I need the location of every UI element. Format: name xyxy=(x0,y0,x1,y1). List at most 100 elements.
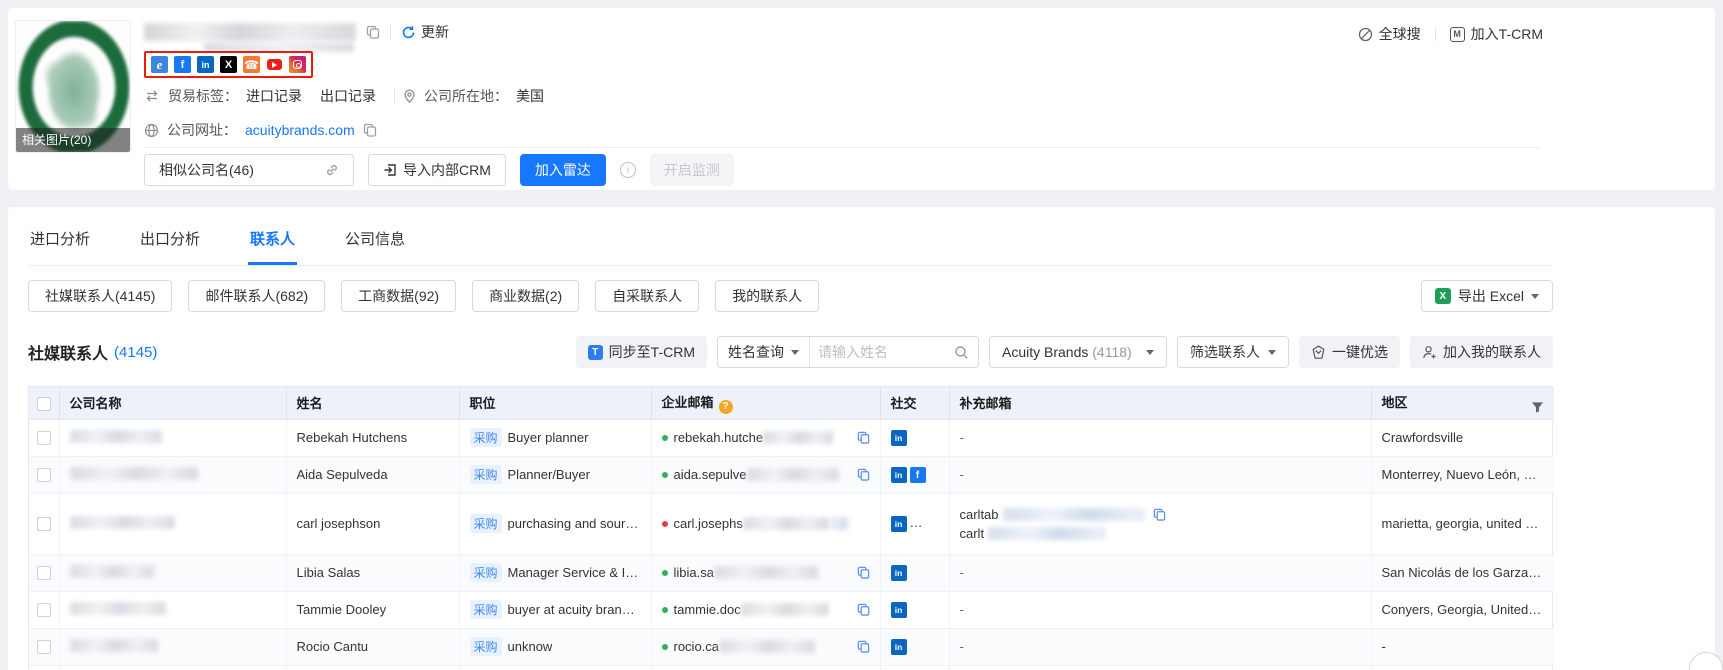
import-internal-crm-button[interactable]: 导入内部CRM xyxy=(368,154,506,186)
add-radar-button[interactable]: 加入雷达 xyxy=(520,154,606,186)
filter-commercial-data[interactable]: 商业数据(2) xyxy=(472,280,579,312)
linkedin-icon[interactable]: in xyxy=(891,467,907,483)
table-row[interactable]: carl josephson 采购purchasing and sourcing… xyxy=(29,493,1554,554)
copy-email-icon[interactable] xyxy=(857,431,870,444)
copy-email-icon[interactable] xyxy=(857,468,870,481)
linkedin-icon[interactable]: in xyxy=(197,56,214,73)
tab-company-info[interactable]: 公司信息 xyxy=(343,219,407,265)
social-cell: in xyxy=(880,628,949,665)
help-icon[interactable]: ? xyxy=(719,400,733,414)
trade-tags-icon xyxy=(144,89,160,103)
filter-social-contacts[interactable]: 社媒联系人(4145) xyxy=(28,280,172,312)
one-click-select-button[interactable]: 一键优选 xyxy=(1299,336,1400,368)
join-tcrm-button[interactable]: M 加入T-CRM xyxy=(1450,24,1543,44)
tab-export-analysis[interactable]: 出口分析 xyxy=(138,219,202,265)
table-row[interactable]: Rocio Cantu 采购unknow rocio.ca in - - xyxy=(29,628,1554,665)
section-count[interactable]: (4145) xyxy=(114,344,157,361)
company-cell-redacted xyxy=(59,628,286,665)
email-cell: rebekah.hutche xyxy=(651,419,880,456)
facebook-icon[interactable]: f xyxy=(929,516,945,532)
table-row[interactable]: Rebekah Hutchens 采购Buyer planner rebekah… xyxy=(29,419,1554,456)
filter-contacts-dropdown[interactable]: 筛选联系人 xyxy=(1177,336,1289,368)
region-cell: San Nicolás de los Garza, Nu... xyxy=(1371,554,1554,591)
company-cell-redacted xyxy=(59,419,286,456)
website-meta-row: 公司网址： acuitybrands.com xyxy=(144,120,377,140)
toolbar-actions: T 同步至T-CRM 姓名查询 Acuity Brands (4118) xyxy=(576,336,1553,368)
copy-email-icon[interactable] xyxy=(857,566,870,579)
row-checkbox[interactable] xyxy=(37,468,51,482)
company-filter-select[interactable]: Acuity Brands (4118) xyxy=(989,336,1167,368)
row-checkbox[interactable] xyxy=(37,603,51,617)
contact-title: 采购purchasing and sourcing ... xyxy=(459,493,651,554)
linkedin-icon[interactable]: in xyxy=(891,430,907,446)
chevron-down-icon xyxy=(1146,350,1154,355)
copy-website-icon[interactable] xyxy=(363,123,377,137)
row-checkbox[interactable] xyxy=(37,566,51,580)
row-checkbox[interactable] xyxy=(37,640,51,654)
name-search-input[interactable] xyxy=(810,344,952,360)
join-tcrm-label: 加入T-CRM xyxy=(1471,24,1543,44)
global-search-icon xyxy=(1358,27,1373,42)
row-checkbox[interactable] xyxy=(37,431,51,445)
internet-explorer-icon[interactable]: e xyxy=(151,56,168,73)
row-checkbox[interactable] xyxy=(37,517,51,531)
copy-email-icon[interactable] xyxy=(857,603,870,616)
start-monitor-label: 开启监测 xyxy=(664,160,720,180)
linkedin-icon[interactable]: in xyxy=(891,639,907,655)
trade-tag-import[interactable]: 进口记录 xyxy=(246,86,302,106)
x-twitter-icon[interactable]: X xyxy=(220,56,237,73)
info-icon[interactable]: i xyxy=(620,162,636,178)
header-divider xyxy=(144,147,1540,148)
table-row[interactable]: 采购 in xyxy=(29,665,1554,670)
globe-icon xyxy=(144,123,159,138)
filter-contacts-label: 筛选联系人 xyxy=(1190,342,1260,362)
linkedin-icon[interactable]: in xyxy=(891,516,907,532)
tab-bar: 进口分析 出口分析 联系人 公司信息 xyxy=(28,207,1553,266)
tab-contacts[interactable]: 联系人 xyxy=(248,219,297,265)
filter-my-contacts[interactable]: 我的联系人 xyxy=(715,280,819,312)
global-search-button[interactable]: 全球搜 xyxy=(1358,24,1421,44)
import-icon xyxy=(383,163,397,177)
divider xyxy=(390,25,391,39)
table-row[interactable]: Libia Salas 采购Manager Service & Invent..… xyxy=(29,554,1554,591)
company-header-card: 相关图片(20) 更新 e f in X ☎ 贸易标签： 进口记录 出口记录 xyxy=(8,8,1715,190)
sync-tcrm-button[interactable]: T 同步至T-CRM xyxy=(576,336,707,368)
refresh-label: 更新 xyxy=(421,22,449,42)
procurement-badge: 采购 xyxy=(470,465,502,484)
region-cell: marietta, georgia, united states xyxy=(1371,493,1554,554)
youtube-icon[interactable] xyxy=(266,56,283,73)
linkedin-icon[interactable]: in xyxy=(891,602,907,618)
section-title: 社媒联系人 xyxy=(28,340,108,364)
select-all-checkbox[interactable] xyxy=(37,397,51,411)
tab-import-analysis[interactable]: 进口分析 xyxy=(28,219,92,265)
linkedin-icon[interactable]: in xyxy=(891,565,907,581)
start-monitor-button[interactable]: 开启监测 xyxy=(650,154,734,186)
phone-icon[interactable]: ☎ xyxy=(243,56,260,73)
filter-funnel-icon[interactable] xyxy=(1531,401,1544,414)
similar-companies-button[interactable]: 相似公司名(46) xyxy=(144,154,354,186)
email-valid-dot xyxy=(662,472,668,478)
copy-email-icon[interactable] xyxy=(1153,508,1166,521)
refresh-button[interactable]: 更新 xyxy=(401,22,449,42)
filter-email-contacts[interactable]: 邮件联系人(682) xyxy=(188,280,325,312)
company-logo[interactable]: 相关图片(20) xyxy=(15,20,131,153)
instagram-icon[interactable] xyxy=(289,56,306,73)
name-query-dropdown[interactable]: 姓名查询 xyxy=(718,337,810,367)
add-my-contacts-button[interactable]: 加入我的联系人 xyxy=(1410,336,1553,368)
table-row[interactable]: Tammie Dooley 采购buyer at acuity brands l… xyxy=(29,591,1554,628)
related-images-label[interactable]: 相关图片(20) xyxy=(16,128,130,152)
facebook-icon[interactable]: f xyxy=(910,467,926,483)
facebook-icon[interactable]: f xyxy=(174,56,191,73)
search-icon[interactable] xyxy=(952,345,978,360)
email-cell xyxy=(651,665,880,670)
website-link[interactable]: acuitybrands.com xyxy=(245,122,355,138)
contact-title: 采购 xyxy=(459,665,651,670)
copy-email-icon[interactable] xyxy=(857,640,870,653)
export-excel-button[interactable]: X 导出 Excel xyxy=(1421,280,1553,312)
name-query-label: 姓名查询 xyxy=(728,342,784,362)
copy-company-name-icon[interactable] xyxy=(366,25,380,39)
table-row[interactable]: Aida Sepulveda 采购Planner/Buyer aida.sepu… xyxy=(29,456,1554,493)
filter-business-registry[interactable]: 工商数据(92) xyxy=(341,280,456,312)
trade-tag-export[interactable]: 出口记录 xyxy=(320,86,376,106)
filter-self-collected[interactable]: 自采联系人 xyxy=(595,280,699,312)
